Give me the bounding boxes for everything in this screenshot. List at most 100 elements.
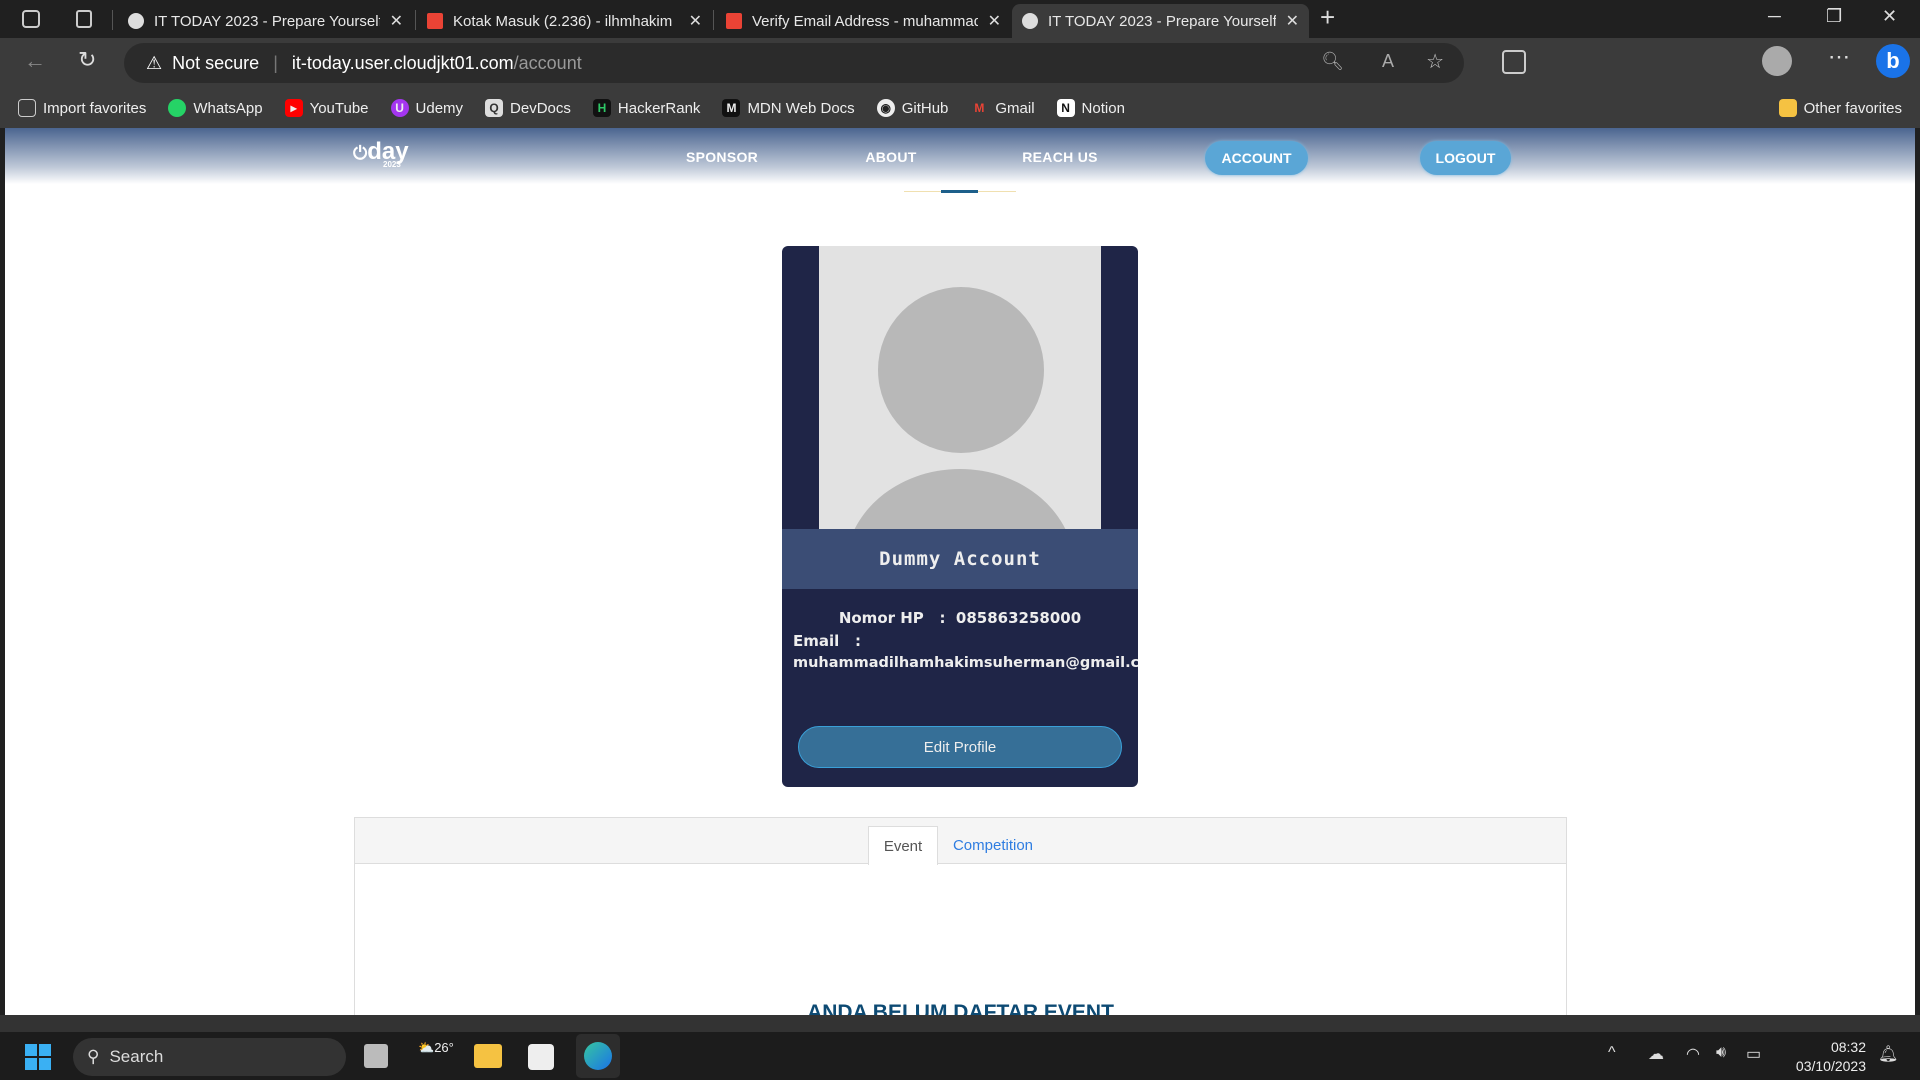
profile-card: Dummy Account Nomor HP : 085863258000 Em… [782, 246, 1138, 787]
nav-sponsor[interactable]: SPONSOR [686, 149, 758, 165]
web-page: ⏻day 2023 SPONSOR ABOUT REACH US ACCOUNT … [5, 128, 1915, 1015]
taskbar: ⚲ Search ⛅26° ^ ☁ ◠ 🔊︎ ▭ 08:32 03/10/2023 … [0, 1032, 1920, 1080]
bing-icon[interactable]: b [1876, 44, 1910, 78]
phone-row: Nomor HP : 085863258000 [782, 609, 1138, 627]
profile-name: Dummy Account [782, 529, 1138, 589]
read-aloud-icon[interactable]: A [1382, 51, 1394, 72]
tab-event[interactable]: Event [868, 826, 938, 865]
close-icon[interactable]: ✕ [1286, 11, 1299, 31]
tab-title: IT TODAY 2023 - Prepare Yourself [1048, 12, 1276, 30]
onedrive-icon[interactable]: ☁ [1648, 1044, 1664, 1064]
empty-event-message: ANDA BELUM DAFTAR EVENT [807, 1001, 1114, 1015]
bookmark-label: WhatsApp [193, 99, 263, 117]
bookmark-udemy[interactable]: U Udemy [390, 99, 463, 117]
wifi-icon[interactable]: ◠ [1686, 1044, 1700, 1064]
tab-actions-icon[interactable] [76, 10, 92, 28]
bookmark-github[interactable]: ◉ GitHub [876, 99, 949, 117]
notion-icon: N [1056, 99, 1075, 117]
email-value: muhammadilhamhakimsuherman@gmail.com [793, 655, 1138, 671]
restore-button[interactable]: ❐ [1826, 6, 1842, 27]
zoom-icon[interactable]: 🔍︎ [1321, 51, 1344, 72]
minimize-button[interactable]: ─ [1768, 6, 1781, 27]
nav-about[interactable]: ABOUT [865, 149, 916, 165]
volume-icon[interactable]: 🔊︎ [1716, 1044, 1726, 1062]
nav-reach-us[interactable]: REACH US [1022, 149, 1098, 165]
bookmark-whatsapp[interactable]: WhatsApp [168, 99, 263, 117]
bookmark-label: Notion [1081, 99, 1125, 117]
bookmark-mdn[interactable]: M MDN Web Docs [722, 99, 855, 117]
refresh-icon[interactable]: ↻ [78, 47, 96, 73]
tab-title: Verify Email Address - muhammad [752, 12, 978, 30]
nav-active-indicator [941, 190, 978, 193]
search-label: Search [109, 1047, 164, 1066]
browser-tab-active[interactable]: IT TODAY 2023 - Prepare Yourself ✕ [1012, 4, 1309, 38]
security-label[interactable]: Not secure [172, 53, 259, 74]
tab-title: IT TODAY 2023 - Prepare Yourself [154, 12, 380, 30]
site-logo[interactable]: ⏻day 2023 [353, 138, 409, 169]
bookmark-label: Other favorites [1803, 99, 1902, 117]
phone-label: Nomor HP [838, 609, 924, 627]
gmail-favicon [726, 13, 742, 29]
date: 03/10/2023 [1795, 1058, 1866, 1074]
bookmark-import[interactable]: Import favorites [18, 99, 146, 117]
new-tab-button[interactable]: + [1320, 2, 1335, 33]
battery-icon[interactable]: ▭ [1746, 1044, 1761, 1064]
favorite-star-icon[interactable]: ☆ [1426, 49, 1444, 74]
window-bottom-border [0, 1015, 1920, 1032]
back-icon[interactable]: ← [24, 48, 46, 74]
workspaces-icon[interactable] [22, 10, 40, 28]
ittoday-favicon [1022, 13, 1038, 29]
url-path: /account [513, 52, 582, 73]
udemy-icon: U [390, 99, 409, 117]
bookmark-youtube[interactable]: ▸ YouTube [284, 99, 369, 117]
profile-avatar[interactable] [1762, 46, 1792, 76]
tab-title: Kotak Masuk (2.236) - ilhmhakim [453, 12, 673, 30]
browser-tab[interactable]: Verify Email Address - muhammad ✕ [716, 4, 1011, 38]
edit-profile-button[interactable]: Edit Profile [798, 726, 1122, 768]
more-icon[interactable]: ⋯ [1828, 44, 1850, 70]
phone-value: 085863258000 [955, 609, 1082, 627]
edge-icon [584, 1042, 612, 1070]
ms-store-icon[interactable] [528, 1044, 554, 1070]
close-window-button[interactable]: ✕ [1882, 6, 1897, 27]
logout-button[interactable]: LOGOUT [1420, 141, 1511, 175]
file-explorer-icon[interactable] [474, 1044, 502, 1068]
url-bar[interactable]: ⚠ Not secure | it-today.user.cloudjkt01.… [124, 43, 1464, 83]
edge-taskbar-button[interactable] [576, 1034, 620, 1078]
avatar-body [845, 469, 1075, 529]
browser-tab[interactable]: Kotak Masuk (2.236) - ilhmhakim ✕ [417, 4, 712, 38]
hackerrank-icon: H [592, 99, 611, 117]
extensions-icon[interactable] [1502, 50, 1526, 74]
avatar-head [878, 287, 1044, 453]
clock[interactable]: 08:32 03/10/2023 [1780, 1038, 1866, 1076]
bookmark-label: YouTube [309, 99, 369, 117]
tab-competition[interactable]: Competition [943, 826, 1043, 865]
browser-tab[interactable]: IT TODAY 2023 - Prepare Yourself ✕ [118, 4, 413, 38]
windows-start-icon[interactable] [25, 1044, 51, 1070]
notification-icon[interactable]: 🔔︎ [1878, 1044, 1898, 1064]
bookmark-gmail[interactable]: M Gmail [970, 99, 1034, 117]
other-favorites[interactable]: Other favorites [1778, 99, 1902, 117]
bookmark-hackerrank[interactable]: H HackerRank [592, 99, 700, 117]
task-view-icon[interactable] [364, 1044, 388, 1068]
bookmark-label: Import favorites [43, 99, 147, 117]
close-icon[interactable]: ✕ [689, 11, 702, 31]
nav-account-button[interactable]: ACCOUNT [1205, 141, 1308, 175]
browser-tab-bar: IT TODAY 2023 - Prepare Yourself ✕ Kotak … [0, 0, 1920, 38]
registration-tabs: Event Competition ANDA BELUM DAFTAR EVEN… [354, 817, 1567, 1015]
weather-widget[interactable]: ⛅26° [418, 1040, 454, 1056]
bookmark-label: GitHub [901, 99, 949, 117]
email-label: Email [793, 632, 840, 650]
avatar-placeholder [819, 246, 1101, 529]
bookmarks-bar: Import favorites WhatsApp ▸ YouTube U Udem… [0, 88, 1920, 128]
close-icon[interactable]: ✕ [390, 11, 403, 31]
bookmark-label: MDN Web Docs [747, 99, 855, 117]
bookmark-notion[interactable]: N Notion [1056, 99, 1125, 117]
close-icon[interactable]: ✕ [988, 11, 1001, 31]
url-host: it-today.user.cloudjkt01.com [291, 52, 514, 73]
bookmark-devdocs[interactable]: Q DevDocs [485, 99, 571, 117]
taskbar-search[interactable]: ⚲ Search [73, 1038, 346, 1076]
search-icon: ⚲ [87, 1047, 100, 1066]
tray-overflow-icon[interactable]: ^ [1608, 1044, 1616, 1062]
warning-icon: ⚠ [146, 52, 163, 73]
